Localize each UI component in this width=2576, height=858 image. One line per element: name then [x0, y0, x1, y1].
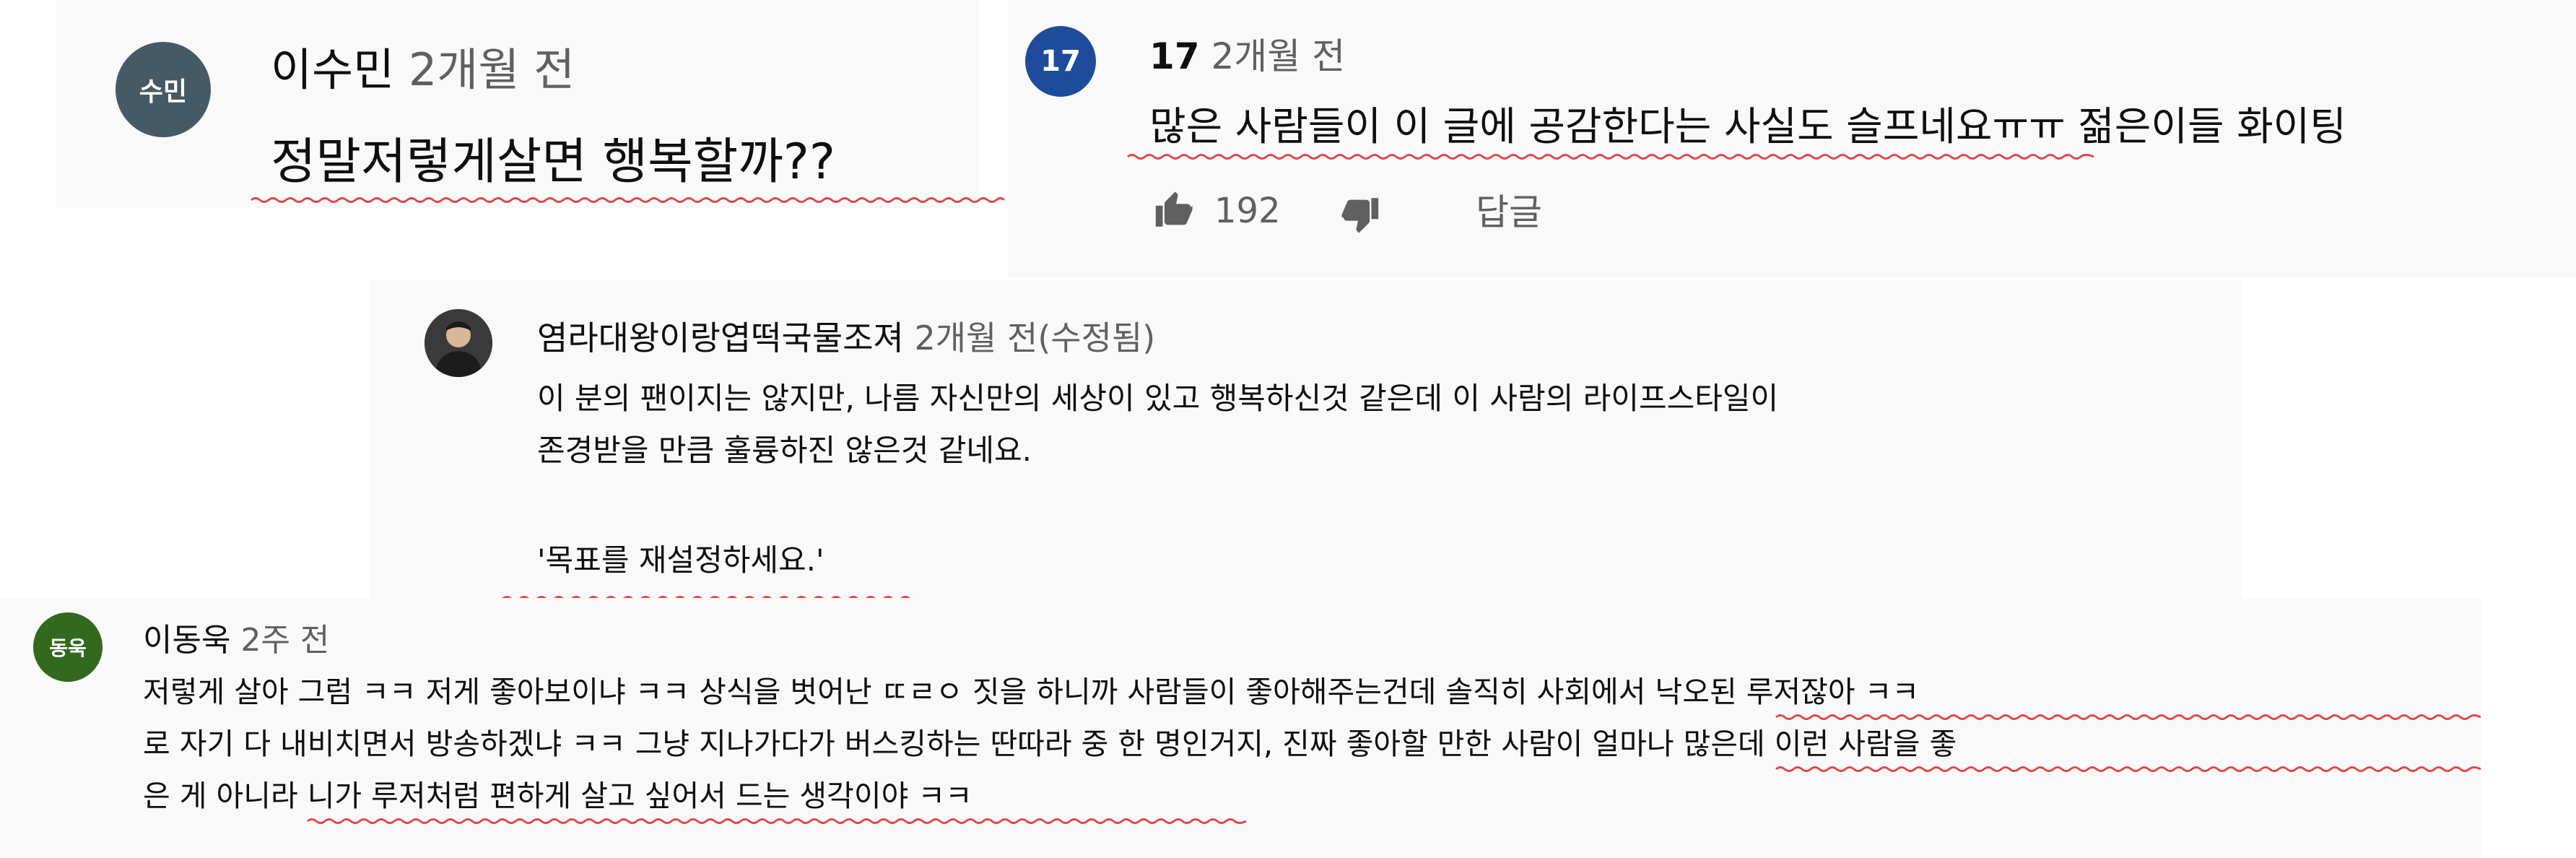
underline-squiggle — [1775, 766, 2481, 772]
comment-meta: 17 2개월 전 — [1149, 27, 1345, 79]
underline-squiggle — [1775, 714, 2481, 720]
comment-text-line-2: 존경받을 만큼 훌륭하진 않은것 같네요. — [537, 433, 1032, 468]
avatar-initials: 수민 — [139, 77, 188, 107]
reply-button[interactable]: 답글 — [1476, 186, 1542, 233]
author-name[interactable]: 17 — [1149, 35, 1200, 77]
avatar[interactable]: 수민 — [116, 42, 211, 137]
avatar[interactable]: 동욱 — [33, 612, 103, 682]
comment-text: 정말저렇게살면 행복할까?? — [271, 134, 835, 191]
comment-meta: 이수민 2개월 전 — [271, 33, 575, 98]
comment-time[interactable]: 2개월 전 — [409, 43, 575, 96]
profile-photo-icon — [425, 309, 492, 377]
comment-text-line-3: 은 게 아니라 니가 루저처럼 편하게 살고 싶어서 드는 생각이야 ㅋㅋ — [143, 779, 972, 813]
comment-card-3: 염라대왕이랑엽떡국물조져 2개월 전(수정됨) 이 분의 팬이지는 않지만, 나… — [370, 280, 2241, 617]
underline-squiggle — [307, 818, 1247, 824]
comment-time[interactable]: 2개월 전(수정됨) — [914, 318, 1155, 358]
comment-text-line-4: '목표를 재설정하세요.' — [537, 542, 824, 578]
thumbs-up-icon — [1155, 191, 1193, 227]
comment-text-line-1: 이 분의 팬이지는 않지만, 나름 자신만의 세상이 있고 행복하신것 같은데 … — [537, 381, 1779, 416]
author-name[interactable]: 이동욱 — [143, 622, 230, 659]
comment-card-2: 17 17 2개월 전 많은 사람들이 이 글에 공감한다는 사실도 슬프네요ㅠ… — [1008, 0, 2576, 277]
comment-card-4: 동욱 이동욱 2주 전 저렇게 살아 그럼 ㅋㅋ 저게 좋아보이냐 ㅋㅋ 상식을… — [0, 598, 2481, 858]
avatar-initials: 동욱 — [49, 636, 87, 660]
comment-time[interactable]: 2주 전 — [240, 622, 329, 659]
comment-meta: 염라대왕이랑엽떡국물조져 2개월 전(수정됨) — [537, 312, 1155, 360]
thumbs-down-icon — [1341, 198, 1379, 233]
avatar[interactable] — [425, 309, 492, 377]
avatar[interactable]: 17 — [1025, 26, 1096, 97]
author-name[interactable]: 이수민 — [271, 43, 394, 96]
comment-time[interactable]: 2개월 전 — [1211, 35, 1346, 77]
author-name[interactable]: 염라대왕이랑엽떡국물조져 — [537, 318, 904, 358]
dislike-button[interactable] — [1340, 192, 1382, 235]
underline-squiggle — [251, 197, 1006, 203]
comment-text-line-1: 저렇게 살아 그럼 ㅋㅋ 저게 좋아보이냐 ㅋㅋ 상식을 벗어난 ㄸㄹㅇ 짓을 … — [143, 675, 1920, 709]
avatar-initials: 17 — [1040, 45, 1081, 78]
underline-squiggle — [1127, 154, 2094, 160]
reply-label: 답글 — [1476, 191, 1542, 233]
comment-meta: 이동욱 2주 전 — [143, 614, 329, 660]
like-button[interactable]: 192 — [1152, 189, 1281, 233]
like-count: 192 — [1214, 191, 1281, 231]
comment-card-1: 수민 이수민 2개월 전 정말저렇게살면 행복할까?? — [56, 0, 1006, 208]
comment-text: 많은 사람들이 이 글에 공감한다는 사실도 슬프네요ㅠㅠ 젊은이들 화이팅 — [1149, 103, 2346, 150]
comment-text-line-2: 로 자기 다 내비치면서 방송하겠냐 ㅋㅋ 그냥 지나가다가 버스킹하는 딴따라… — [143, 727, 1957, 761]
